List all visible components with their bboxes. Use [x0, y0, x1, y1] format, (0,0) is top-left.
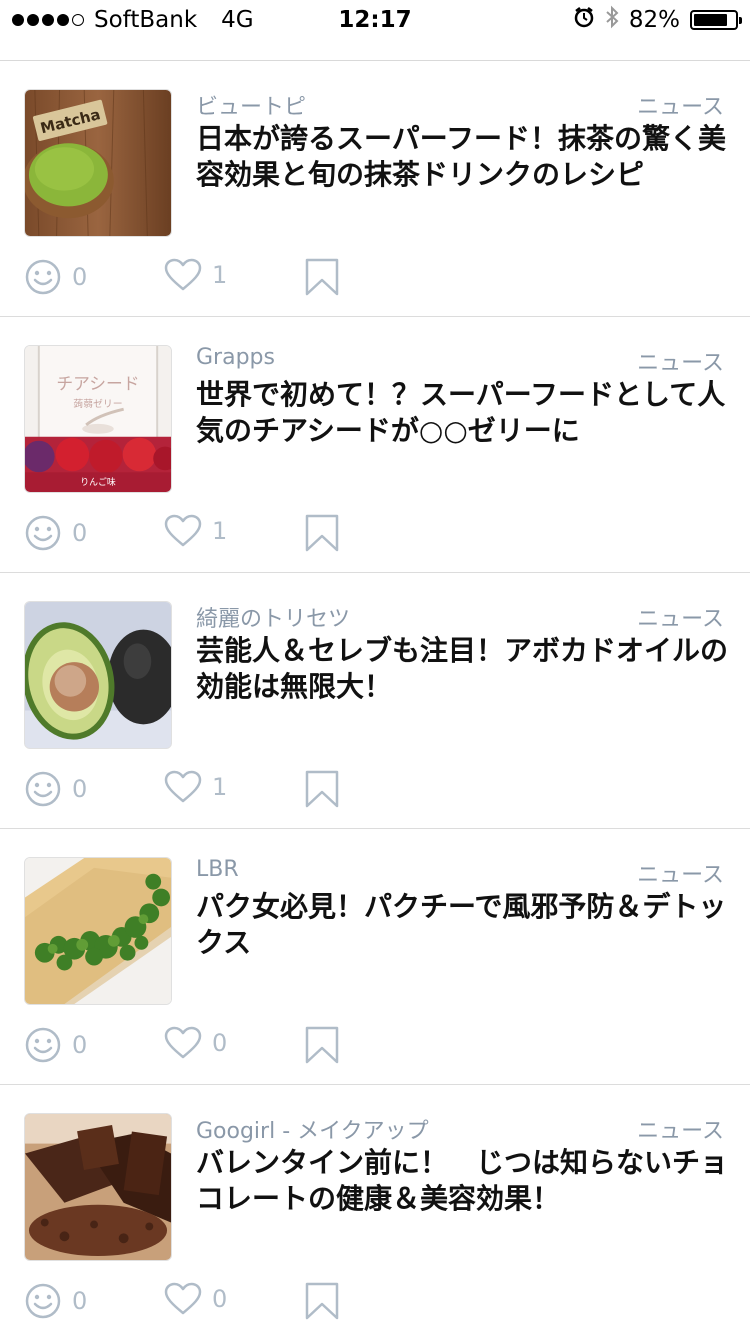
article-thumbnail-chocolate[interactable] [24, 1113, 172, 1261]
like-count: 1 [212, 517, 228, 545]
reaction-button[interactable]: 0 [24, 258, 87, 296]
battery-icon [690, 10, 742, 30]
article-source[interactable]: Googirl - メイクアップ [196, 1113, 429, 1145]
smile-icon [25, 1027, 61, 1063]
article-card[interactable]: 綺麗のトリセツ ニュース 芸能人＆セレブも注目！アボカドオイルの効能は無限大！ … [0, 573, 750, 829]
reaction-count: 0 [72, 263, 88, 291]
article-actions: 0 1 [24, 514, 424, 554]
smile-icon [25, 515, 61, 551]
article-actions: 0 0 [24, 1282, 424, 1322]
bookmark-button[interactable] [304, 770, 340, 808]
article-source[interactable]: ビュートピ [196, 89, 306, 121]
like-button[interactable]: 1 [164, 770, 227, 804]
bookmark-button[interactable] [304, 258, 340, 296]
like-count: 0 [212, 1029, 228, 1057]
article-card[interactable]: LBR ニュース パク女必見！パクチーで風邪予防＆デトックス 0 0 [0, 829, 750, 1085]
article-source[interactable]: Grapps [196, 345, 275, 370]
reaction-button[interactable]: 0 [24, 1282, 87, 1320]
article-card[interactable]: Matcha ビュートピ ニュース 日本が誇るスーパーフード！抹茶の驚く美容効果… [0, 61, 750, 317]
article-source[interactable]: 綺麗のトリセツ [196, 601, 350, 633]
heart-icon [164, 1026, 202, 1059]
article-title[interactable]: パク女必見！パクチーで風邪予防＆デトックス [196, 889, 730, 961]
article-actions: 0 1 [24, 770, 424, 810]
thumbnail-sublabel: 蒟蒻ゼリー [73, 397, 122, 410]
article-title[interactable]: 日本が誇るスーパーフード！抹茶の驚く美容効果と旬の抹茶ドリンクのレシピ [196, 121, 730, 193]
article-title[interactable]: 芸能人＆セレブも注目！アボカドオイルの効能は無限大！ [196, 633, 730, 705]
article-title[interactable]: 世界で初めて！？スーパーフードとして人気のチアシードが○○ゼリーに [196, 377, 730, 449]
carrier-name: SoftBank [94, 7, 198, 33]
status-bar: SoftBank 4G 12:17 82% [0, 0, 750, 40]
reaction-button[interactable]: 0 [24, 1026, 87, 1064]
like-button[interactable]: 1 [164, 258, 227, 292]
heart-icon [164, 1282, 202, 1315]
bookmark-button[interactable] [304, 514, 340, 552]
reaction-button[interactable]: 0 [24, 514, 87, 552]
bookmark-icon [305, 1026, 339, 1064]
article-card[interactable]: Googirl - メイクアップ ニュース バレンタイン前に！ じつは知らないチ… [0, 1085, 750, 1341]
battery-percent: 82% [628, 7, 680, 33]
reaction-count: 0 [72, 775, 88, 803]
heart-icon [164, 514, 202, 547]
signal-strength-icon [12, 14, 84, 26]
article-category[interactable]: ニュース [637, 89, 724, 121]
article-thumbnail-matcha[interactable]: Matcha [24, 89, 172, 237]
article-actions: 0 1 [24, 258, 424, 298]
heart-icon [164, 258, 202, 291]
bluetooth-icon [605, 5, 619, 35]
article-category[interactable]: ニュース [637, 345, 724, 377]
status-left: SoftBank 4G [12, 7, 254, 33]
like-count: 1 [212, 261, 228, 289]
article-category[interactable]: ニュース [637, 857, 724, 889]
smile-icon [25, 1283, 61, 1319]
reaction-count: 0 [72, 1031, 88, 1059]
article-thumbnail-chia-jelly[interactable]: チアシード 蒟蒻ゼリー りんご味 [24, 345, 172, 493]
heart-icon [164, 770, 202, 803]
article-source[interactable]: LBR [196, 857, 239, 882]
thumbnail-label: チアシード [56, 373, 139, 393]
battery-fill [694, 14, 727, 26]
like-button[interactable]: 1 [164, 514, 227, 548]
alarm-icon [573, 6, 595, 34]
article-actions: 0 0 [24, 1026, 424, 1066]
article-card[interactable]: チアシード 蒟蒻ゼリー りんご味 Grapps ニュース 世界で初めて！？スーパ… [0, 317, 750, 573]
like-count: 0 [212, 1285, 228, 1313]
bookmark-button[interactable] [304, 1282, 340, 1320]
bookmark-button[interactable] [304, 1026, 340, 1064]
bookmark-icon [305, 1282, 339, 1320]
bookmark-icon [305, 770, 339, 808]
status-right: 82% [573, 5, 742, 35]
article-thumbnail-avocado[interactable] [24, 601, 172, 749]
bookmark-icon [305, 514, 339, 552]
smile-icon [25, 259, 61, 295]
bookmark-icon [305, 258, 339, 296]
article-thumbnail-coriander[interactable] [24, 857, 172, 1005]
article-feed[interactable]: Matcha ビュートピ ニュース 日本が誇るスーパーフード！抹茶の驚く美容効果… [0, 61, 750, 1341]
like-button[interactable]: 0 [164, 1026, 227, 1060]
article-category[interactable]: ニュース [637, 601, 724, 633]
like-button[interactable]: 0 [164, 1282, 227, 1316]
article-category[interactable]: ニュース [637, 1113, 724, 1145]
reaction-count: 0 [72, 519, 88, 547]
article-title[interactable]: バレンタイン前に！ じつは知らないチョコレートの健康＆美容効果！ [196, 1145, 730, 1217]
like-count: 1 [212, 773, 228, 801]
reaction-count: 0 [72, 1287, 88, 1315]
reaction-button[interactable]: 0 [24, 770, 87, 808]
thumbnail-flavor: りんご味 [80, 476, 116, 488]
smile-icon [25, 771, 61, 807]
network-type: 4G [221, 7, 254, 33]
